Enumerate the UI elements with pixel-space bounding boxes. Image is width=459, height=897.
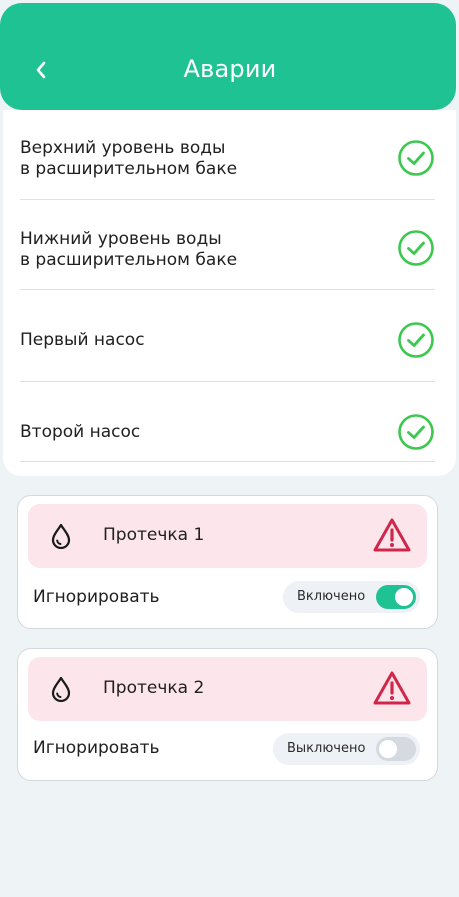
status-label-line2: в расширительном баке — [20, 159, 238, 179]
toggle-switch[interactable] — [376, 585, 416, 609]
toggle-switch[interactable] — [376, 737, 416, 761]
leak-title: Протечка 2 — [103, 678, 205, 698]
toggle-knob — [379, 740, 397, 758]
water-drop-icon — [51, 523, 71, 549]
check-circle-icon — [398, 414, 434, 450]
status-label: Первый насос — [20, 330, 145, 350]
leak-card-2: Протечка 2 Игнорировать Выключено — [17, 648, 438, 781]
ignore-label: Игнорировать — [33, 738, 160, 758]
app-header: Аварии — [0, 3, 456, 110]
status-label-line2: в расширительном баке — [20, 250, 238, 270]
status-label-line1: Нижний уровень воды — [20, 229, 222, 249]
status-row-lower-level: Нижний уровень воды в расширительном бак… — [20, 200, 435, 290]
status-row-pump-1: Первый насос — [20, 290, 435, 382]
status-label: Второй насос — [20, 422, 141, 442]
page-title: Аварии — [183, 55, 277, 83]
ignore-label: Игнорировать — [33, 587, 160, 607]
status-row-upper-level: Верхний уровень воды в расширительном ба… — [20, 110, 435, 200]
leak-title: Протечка 1 — [103, 525, 205, 545]
check-circle-icon — [398, 322, 434, 358]
water-drop-icon — [51, 676, 71, 702]
warning-triangle-icon — [373, 671, 411, 705]
status-panel: Верхний уровень воды в расширительном ба… — [3, 110, 456, 476]
status-label-line1: Верхний уровень воды — [20, 138, 226, 158]
ignore-toggle[interactable]: Включено — [283, 581, 420, 613]
check-circle-icon — [398, 140, 434, 176]
toggle-knob — [395, 588, 413, 606]
check-circle-icon — [398, 230, 434, 266]
status-label: Верхний уровень воды в расширительном ба… — [20, 138, 237, 180]
leak-alert-bar: Протечка 1 — [28, 504, 427, 568]
leak-alert-bar: Протечка 2 — [28, 657, 427, 721]
leak-card-1: Протечка 1 Игнорировать Включено — [17, 495, 438, 629]
ignore-toggle[interactable]: Выключено — [273, 733, 420, 765]
warning-triangle-icon — [373, 518, 411, 552]
status-label: Нижний уровень воды в расширительном бак… — [20, 229, 237, 271]
status-row-pump-2: Второй насос — [20, 382, 435, 462]
toggle-state-label: Выключено — [287, 741, 366, 756]
toggle-state-label: Включено — [297, 589, 366, 604]
